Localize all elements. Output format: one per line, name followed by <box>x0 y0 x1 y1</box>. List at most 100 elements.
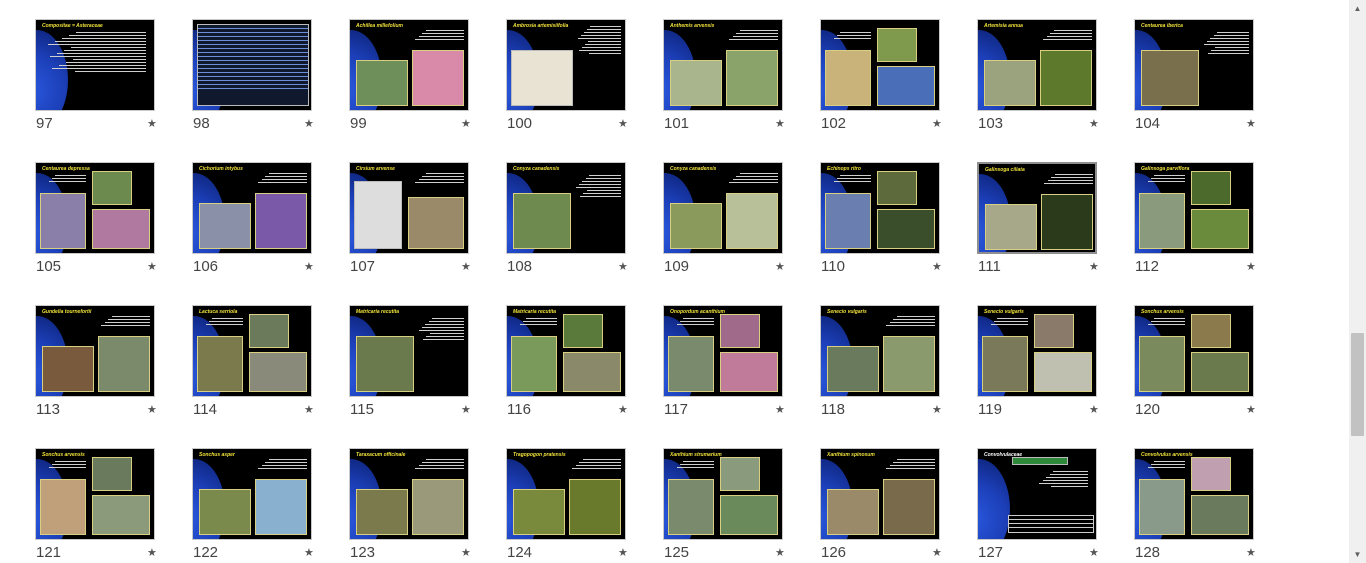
slide-thumbnail[interactable]: Conyza canadensis 108 ★ <box>506 162 664 292</box>
slide-preview[interactable]: Centaurea iberica <box>1134 19 1254 111</box>
slide-thumbnail[interactable]: Echinops ritro 110 ★ <box>820 162 978 292</box>
star-icon[interactable]: ★ <box>775 402 785 418</box>
star-icon[interactable]: ★ <box>932 116 942 132</box>
slide-preview[interactable]: Echinops ritro <box>820 162 940 254</box>
star-icon[interactable]: ★ <box>1246 402 1256 418</box>
star-icon[interactable]: ★ <box>618 116 628 132</box>
slide-thumbnail[interactable]: Achillea millefolium 99 ★ <box>349 19 507 149</box>
slide-preview[interactable]: Sonchus asper <box>192 448 312 540</box>
slide-preview[interactable] <box>820 19 940 111</box>
slide-thumbnail[interactable]: Conyza canadensis 109 ★ <box>663 162 821 292</box>
star-icon[interactable]: ★ <box>775 259 785 275</box>
slide-thumbnail[interactable]: Gundelia tournefortii 113 ★ <box>35 305 193 435</box>
slide-preview[interactable]: Xanthium spinosum <box>820 448 940 540</box>
slide-preview[interactable]: Senecio vulgaris <box>977 305 1097 397</box>
slide-thumbnail[interactable]: Taraxacum officinale 123 ★ <box>349 448 507 563</box>
star-icon[interactable]: ★ <box>775 116 785 132</box>
star-icon[interactable]: ★ <box>304 545 314 561</box>
slide-thumbnail[interactable]: Sonchus asper 122 ★ <box>192 448 350 563</box>
slide-thumbnail[interactable]: 102 ★ <box>820 19 978 149</box>
star-icon[interactable]: ★ <box>304 116 314 132</box>
slide-thumbnail[interactable]: Sonchus arvensis 120 ★ <box>1134 305 1292 435</box>
slide-preview[interactable]: Matricaria recutita <box>506 305 626 397</box>
slide-thumbnail[interactable]: Convolvulus arvensis 128 ★ <box>1134 448 1292 563</box>
slide-preview[interactable] <box>192 19 312 111</box>
scroll-down-icon[interactable]: ▼ <box>1349 546 1366 563</box>
slide-thumbnail[interactable]: Xanthium strumarium 125 ★ <box>663 448 821 563</box>
star-icon[interactable]: ★ <box>932 259 942 275</box>
slide-thumbnail[interactable]: Matricaria recutita 116 ★ <box>506 305 664 435</box>
star-icon[interactable]: ★ <box>147 116 157 132</box>
star-icon[interactable]: ★ <box>1089 116 1099 132</box>
slide-preview[interactable]: Senecio vulgaris <box>820 305 940 397</box>
slide-preview[interactable]: Galinsoga ciliata <box>977 162 1097 254</box>
star-icon[interactable]: ★ <box>1089 545 1099 561</box>
slide-thumbnail[interactable]: Lactuca serriola 114 ★ <box>192 305 350 435</box>
star-icon[interactable]: ★ <box>932 402 942 418</box>
slide-thumbnail[interactable]: Matricaria recutita 115 ★ <box>349 305 507 435</box>
slide-preview[interactable]: Matricaria recutita <box>349 305 469 397</box>
scrollbar-thumb[interactable] <box>1351 333 1364 436</box>
slide-thumbnail[interactable]: Onopordum acanthium 117 ★ <box>663 305 821 435</box>
slide-thumbnail[interactable]: Centaurea iberica 104 ★ <box>1134 19 1292 149</box>
slide-preview[interactable]: Achillea millefolium <box>349 19 469 111</box>
slide-preview[interactable]: Sonchus arvensis <box>35 448 155 540</box>
star-icon[interactable]: ★ <box>147 259 157 275</box>
star-icon[interactable]: ★ <box>1246 116 1256 132</box>
slide-thumbnail[interactable]: 98 ★ <box>192 19 350 149</box>
star-icon[interactable]: ★ <box>147 402 157 418</box>
star-icon[interactable]: ★ <box>618 259 628 275</box>
slide-preview[interactable]: Xanthium strumarium <box>663 448 783 540</box>
slide-thumbnail[interactable]: Centaurea depressa 105 ★ <box>35 162 193 292</box>
star-icon[interactable]: ★ <box>304 402 314 418</box>
star-icon[interactable]: ★ <box>1246 545 1256 561</box>
slide-preview[interactable]: Cichorium intybus <box>192 162 312 254</box>
star-icon[interactable]: ★ <box>461 402 471 418</box>
slide-thumbnail[interactable]: Anthemis arvensis 101 ★ <box>663 19 821 149</box>
slide-thumbnail[interactable]: Convolvulaceae 127 ★ <box>977 448 1135 563</box>
slide-preview[interactable]: Centaurea depressa <box>35 162 155 254</box>
slide-preview[interactable]: Lactuca serriola <box>192 305 312 397</box>
scroll-up-icon[interactable]: ▲ <box>1349 0 1366 17</box>
slide-thumbnail[interactable]: Compositae = Asteraceae 97 ★ <box>35 19 193 149</box>
slide-preview[interactable]: Tragopogon pratensis <box>506 448 626 540</box>
slide-preview[interactable]: Conyza canadensis <box>663 162 783 254</box>
vertical-scrollbar[interactable]: ▲ ▼ <box>1349 0 1366 563</box>
star-icon[interactable]: ★ <box>461 259 471 275</box>
star-icon[interactable]: ★ <box>304 259 314 275</box>
star-icon[interactable]: ★ <box>1246 259 1256 275</box>
slide-thumbnail[interactable]: Ambrosia artemisiifolia 100 ★ <box>506 19 664 149</box>
slide-preview[interactable]: Artemisia annua <box>977 19 1097 111</box>
slide-preview[interactable]: Convolvulaceae <box>977 448 1097 540</box>
slide-preview[interactable]: Convolvulus arvensis <box>1134 448 1254 540</box>
star-icon[interactable]: ★ <box>1089 402 1099 418</box>
slide-preview[interactable]: Taraxacum officinale <box>349 448 469 540</box>
slide-preview[interactable]: Conyza canadensis <box>506 162 626 254</box>
slide-thumbnail[interactable]: Tragopogon pratensis 124 ★ <box>506 448 664 563</box>
slide-thumbnail[interactable]: Artemisia annua 103 ★ <box>977 19 1135 149</box>
slide-thumbnail[interactable]: Xanthium spinosum 126 ★ <box>820 448 978 563</box>
slide-preview[interactable]: Anthemis arvensis <box>663 19 783 111</box>
slide-preview[interactable]: Compositae = Asteraceae <box>35 19 155 111</box>
slide-preview[interactable]: Cirsium arvense <box>349 162 469 254</box>
star-icon[interactable]: ★ <box>147 545 157 561</box>
star-icon[interactable]: ★ <box>932 545 942 561</box>
slide-thumbnail[interactable]: Galinsoga ciliata 111 ★ <box>977 162 1135 292</box>
star-icon[interactable]: ★ <box>618 402 628 418</box>
slide-preview[interactable]: Onopordum acanthium <box>663 305 783 397</box>
slide-preview[interactable]: Sonchus arvensis <box>1134 305 1254 397</box>
slide-thumbnail[interactable]: Galinsoga parviflora 112 ★ <box>1134 162 1292 292</box>
slide-preview[interactable]: Galinsoga parviflora <box>1134 162 1254 254</box>
slide-preview[interactable]: Gundelia tournefortii <box>35 305 155 397</box>
star-icon[interactable]: ★ <box>461 116 471 132</box>
slide-preview[interactable]: Ambrosia artemisiifolia <box>506 19 626 111</box>
star-icon[interactable]: ★ <box>618 545 628 561</box>
slide-thumbnail[interactable]: Cirsium arvense 107 ★ <box>349 162 507 292</box>
star-icon[interactable]: ★ <box>1089 259 1099 275</box>
slide-thumbnail[interactable]: Senecio vulgaris 118 ★ <box>820 305 978 435</box>
slide-thumbnail[interactable]: Cichorium intybus 106 ★ <box>192 162 350 292</box>
star-icon[interactable]: ★ <box>775 545 785 561</box>
star-icon[interactable]: ★ <box>461 545 471 561</box>
slide-thumbnail[interactable]: Sonchus arvensis 121 ★ <box>35 448 193 563</box>
slide-thumbnail[interactable]: Senecio vulgaris 119 ★ <box>977 305 1135 435</box>
